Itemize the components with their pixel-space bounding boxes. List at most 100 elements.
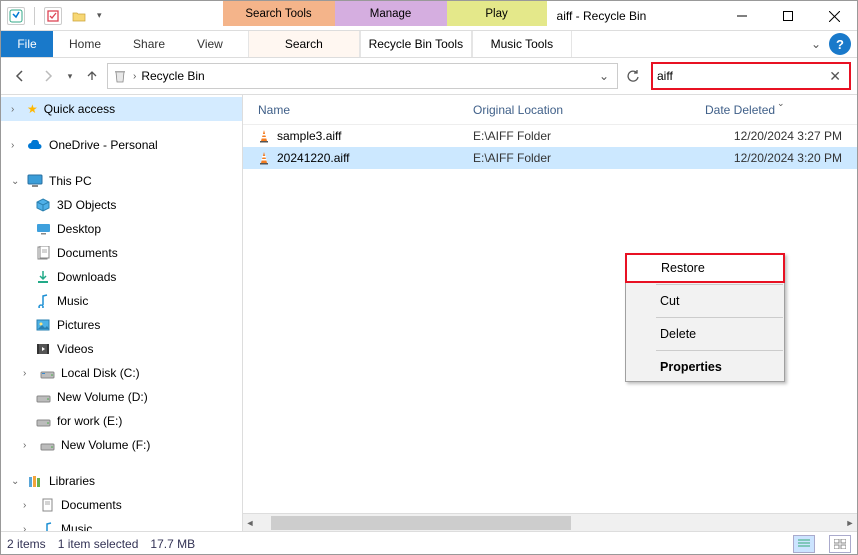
horizontal-scrollbar[interactable]: ◄ ► [243,513,857,531]
context-restore[interactable]: Restore [625,253,785,283]
sidebar-videos[interactable]: Videos [1,337,242,361]
context-cut[interactable]: Cut [626,287,784,315]
sidebar-libraries[interactable]: ⌄ Libraries [1,469,242,493]
chevron-right-icon[interactable]: › [23,500,33,511]
chevron-right-icon[interactable]: › [23,440,33,451]
sidebar-this-pc[interactable]: ⌄ This PC [1,169,242,193]
up-button[interactable] [79,63,105,89]
sidebar-onedrive[interactable]: › OneDrive - Personal [1,133,242,157]
back-button[interactable] [7,63,33,89]
sidebar-label: Pictures [57,318,100,332]
sidebar-desktop[interactable]: Desktop [1,217,242,241]
play-tab[interactable]: Play [447,1,547,26]
file-row[interactable]: sample3.aiff E:\AIFF Folder 12/20/2024 3… [243,125,857,147]
chevron-right-icon[interactable]: › [23,524,33,532]
sidebar-volume-e[interactable]: for work (E:) [1,409,242,433]
scroll-left-icon[interactable]: ◄ [243,518,257,528]
scrollbar-thumb[interactable] [271,516,571,530]
home-tab[interactable]: Home [53,31,117,57]
title-bar: ▾ Search Tools Manage Play aiff - Recycl… [1,1,857,31]
sidebar-label: Documents [61,498,122,512]
context-properties[interactable]: Properties [626,353,784,381]
sidebar-label: Downloads [57,270,116,284]
sidebar-local-disk-c[interactable]: › Local Disk (C:) [1,361,242,385]
file-menu[interactable]: File [1,31,53,57]
sidebar-3d-objects[interactable]: 3D Objects [1,193,242,217]
breadcrumb-location[interactable]: Recycle Bin [141,69,204,83]
breadcrumb-dropdown-icon[interactable]: ⌄ [595,69,613,83]
share-tab[interactable]: Share [117,31,181,57]
computer-icon [27,173,43,189]
sidebar-label: Local Disk (C:) [61,366,140,380]
music-icon [35,293,51,309]
sidebar-downloads[interactable]: Downloads [1,265,242,289]
qat-new-folder-icon[interactable] [70,7,88,25]
search-subtab[interactable]: Search [248,31,360,57]
clear-search-icon[interactable]: ✕ [825,68,845,85]
nav-bar: ▾ › Recycle Bin ⌄ ✕ [1,58,857,94]
sidebar-documents[interactable]: Documents [1,241,242,265]
chevron-right-icon[interactable]: › [23,368,33,379]
chevron-down-icon[interactable]: ⌄ [11,176,21,187]
sidebar-label: Desktop [57,222,101,236]
breadcrumb[interactable]: › Recycle Bin ⌄ [107,63,618,89]
manage-tab[interactable]: Manage [335,1,447,26]
column-original-location[interactable]: Original Location [473,103,705,117]
sidebar-volume-f[interactable]: › New Volume (F:) [1,433,242,457]
column-name[interactable]: Name [243,103,473,117]
refresh-button[interactable] [620,63,646,89]
scroll-right-icon[interactable]: ► [843,518,857,528]
column-date-deleted[interactable]: Date Deleted⌄ [705,103,857,117]
sidebar-label: New Volume (F:) [61,438,150,452]
status-bar: 2 items 1 item selected 17.7 MB [1,531,857,555]
drive-icon [39,437,55,453]
sidebar-lib-music[interactable]: › Music [1,517,242,531]
ribbon: File Home Share View Search Recycle Bin … [1,31,857,58]
sidebar-label: 3D Objects [57,198,116,212]
file-name: 20241220.aiff [277,151,350,165]
help-icon[interactable]: ? [829,33,851,55]
view-tab[interactable]: View [181,31,239,57]
sidebar-label: Videos [57,342,93,356]
file-location: E:\AIFF Folder [473,151,705,165]
videos-icon [35,341,51,357]
pictures-icon [35,317,51,333]
vlc-cone-icon [258,129,272,143]
sidebar-volume-d[interactable]: New Volume (D:) [1,385,242,409]
thumbnails-view-button[interactable] [829,535,851,553]
close-button[interactable] [811,1,857,31]
cloud-icon [27,137,43,153]
music-subtab[interactable]: Music Tools [472,31,572,57]
drive-icon [39,365,55,381]
recycle-bin-icon[interactable] [7,7,25,25]
minimize-button[interactable] [719,1,765,31]
chevron-right-icon[interactable]: › [11,104,21,115]
chevron-right-icon[interactable]: › [11,140,21,151]
search-box[interactable]: ✕ [651,62,851,90]
file-row[interactable]: 20241220.aiff E:\AIFF Folder 12/20/2024 … [243,147,857,169]
sidebar-label: Quick access [44,102,115,116]
context-menu: Restore Cut Delete Properties [625,253,785,382]
chevron-right-icon[interactable]: › [131,71,138,82]
file-location: E:\AIFF Folder [473,129,705,143]
context-delete[interactable]: Delete [626,320,784,348]
qat-properties-icon[interactable] [44,7,62,25]
sidebar-quick-access[interactable]: › ★ Quick access [1,97,242,121]
sidebar-music[interactable]: Music [1,289,242,313]
sidebar-pictures[interactable]: Pictures [1,313,242,337]
forward-button[interactable] [35,63,61,89]
maximize-button[interactable] [765,1,811,31]
navigation-pane[interactable]: › ★ Quick access › OneDrive - Personal ⌄… [1,95,243,531]
expand-ribbon-icon[interactable]: ⌄ [803,31,829,57]
download-icon [35,269,51,285]
chevron-down-icon[interactable]: ⌄ [11,476,21,487]
search-tools-tab[interactable]: Search Tools [223,1,335,26]
recent-dropdown-icon[interactable]: ▾ [63,63,77,89]
recyclebin-subtab[interactable]: Recycle Bin Tools [360,31,472,57]
search-input[interactable] [657,69,825,83]
status-size: 17.7 MB [150,537,195,551]
status-item-count: 2 items [7,537,46,551]
qat-dropdown-icon[interactable]: ▾ [94,10,105,21]
sidebar-lib-documents[interactable]: › Documents [1,493,242,517]
details-view-button[interactable] [793,535,815,553]
